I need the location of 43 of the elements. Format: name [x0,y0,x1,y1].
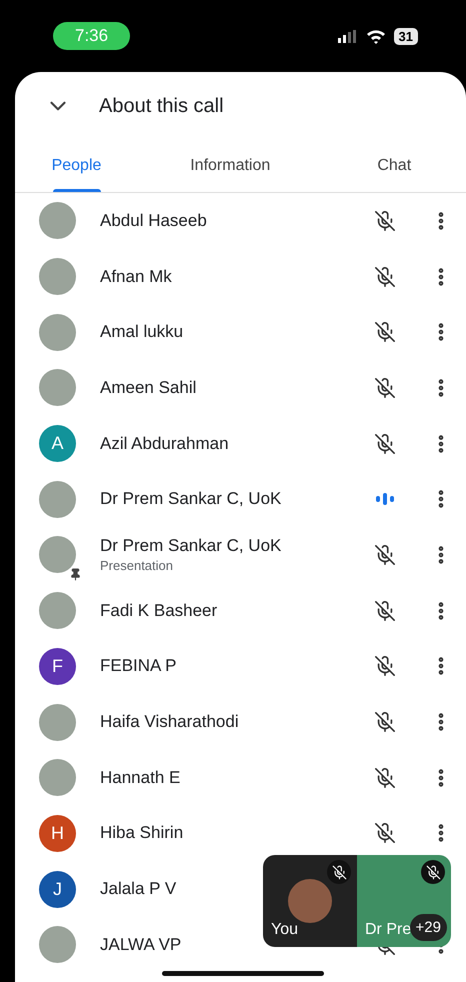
participant-name: Ameen Sahil [100,378,198,398]
participant-name: JALWA VP [100,934,182,955]
signal-icon [338,30,358,42]
photo-placeholder [39,202,76,240]
participant-name: Fadi K Basheer [100,600,218,621]
tile-label: Dr Pre [365,921,412,939]
photo-placeholder [39,704,76,741]
participant-name: Amal lukku [100,322,184,342]
photo-placeholder [39,369,76,406]
tab[interactable]: Information [138,140,322,192]
sheet-title: About this call [99,94,224,118]
participant-name: Hannath E [100,768,182,788]
participant-name: Hiba Shirin [100,823,184,844]
participant-name: Jalala P V [100,879,178,900]
avatar: F [39,648,76,685]
photo-placeholder [39,926,76,964]
participant-name: Dr Prem Sankar C, UoK [100,536,282,556]
mic-off-icon [426,864,440,880]
participant-name: Azil Abdurahman [100,434,230,454]
avatar [288,879,332,923]
photo-placeholder [39,759,76,796]
floating-video-overlay[interactable]: You Dr Pre +29 [263,855,451,947]
tab[interactable]: Chat [322,140,466,192]
avatar: A [39,425,76,462]
avatar: J [39,870,76,908]
wifi-icon [366,28,386,44]
tile-label: You [271,921,298,939]
photo-placeholder [39,480,76,518]
photo-placeholder [39,314,76,351]
avatar: H [39,814,76,852]
photo-placeholder [39,258,76,296]
participant-name: Haifa Visharathodi [100,712,240,732]
tab[interactable]: People [15,140,138,192]
participant-name: Abdul Haseeb [100,210,208,231]
participant-name: Afnan Mk [100,266,173,287]
participant-role: Presentation [100,558,174,574]
mic-off-icon [332,864,346,880]
battery-icon: 31 [394,28,418,44]
participant-name: FEBINA P [100,656,178,676]
photo-placeholder [39,592,76,630]
participant-name: Dr Prem Sankar C, UoK [100,489,282,510]
photo-placeholder [39,536,76,574]
status-time: 7:36 [53,22,130,50]
